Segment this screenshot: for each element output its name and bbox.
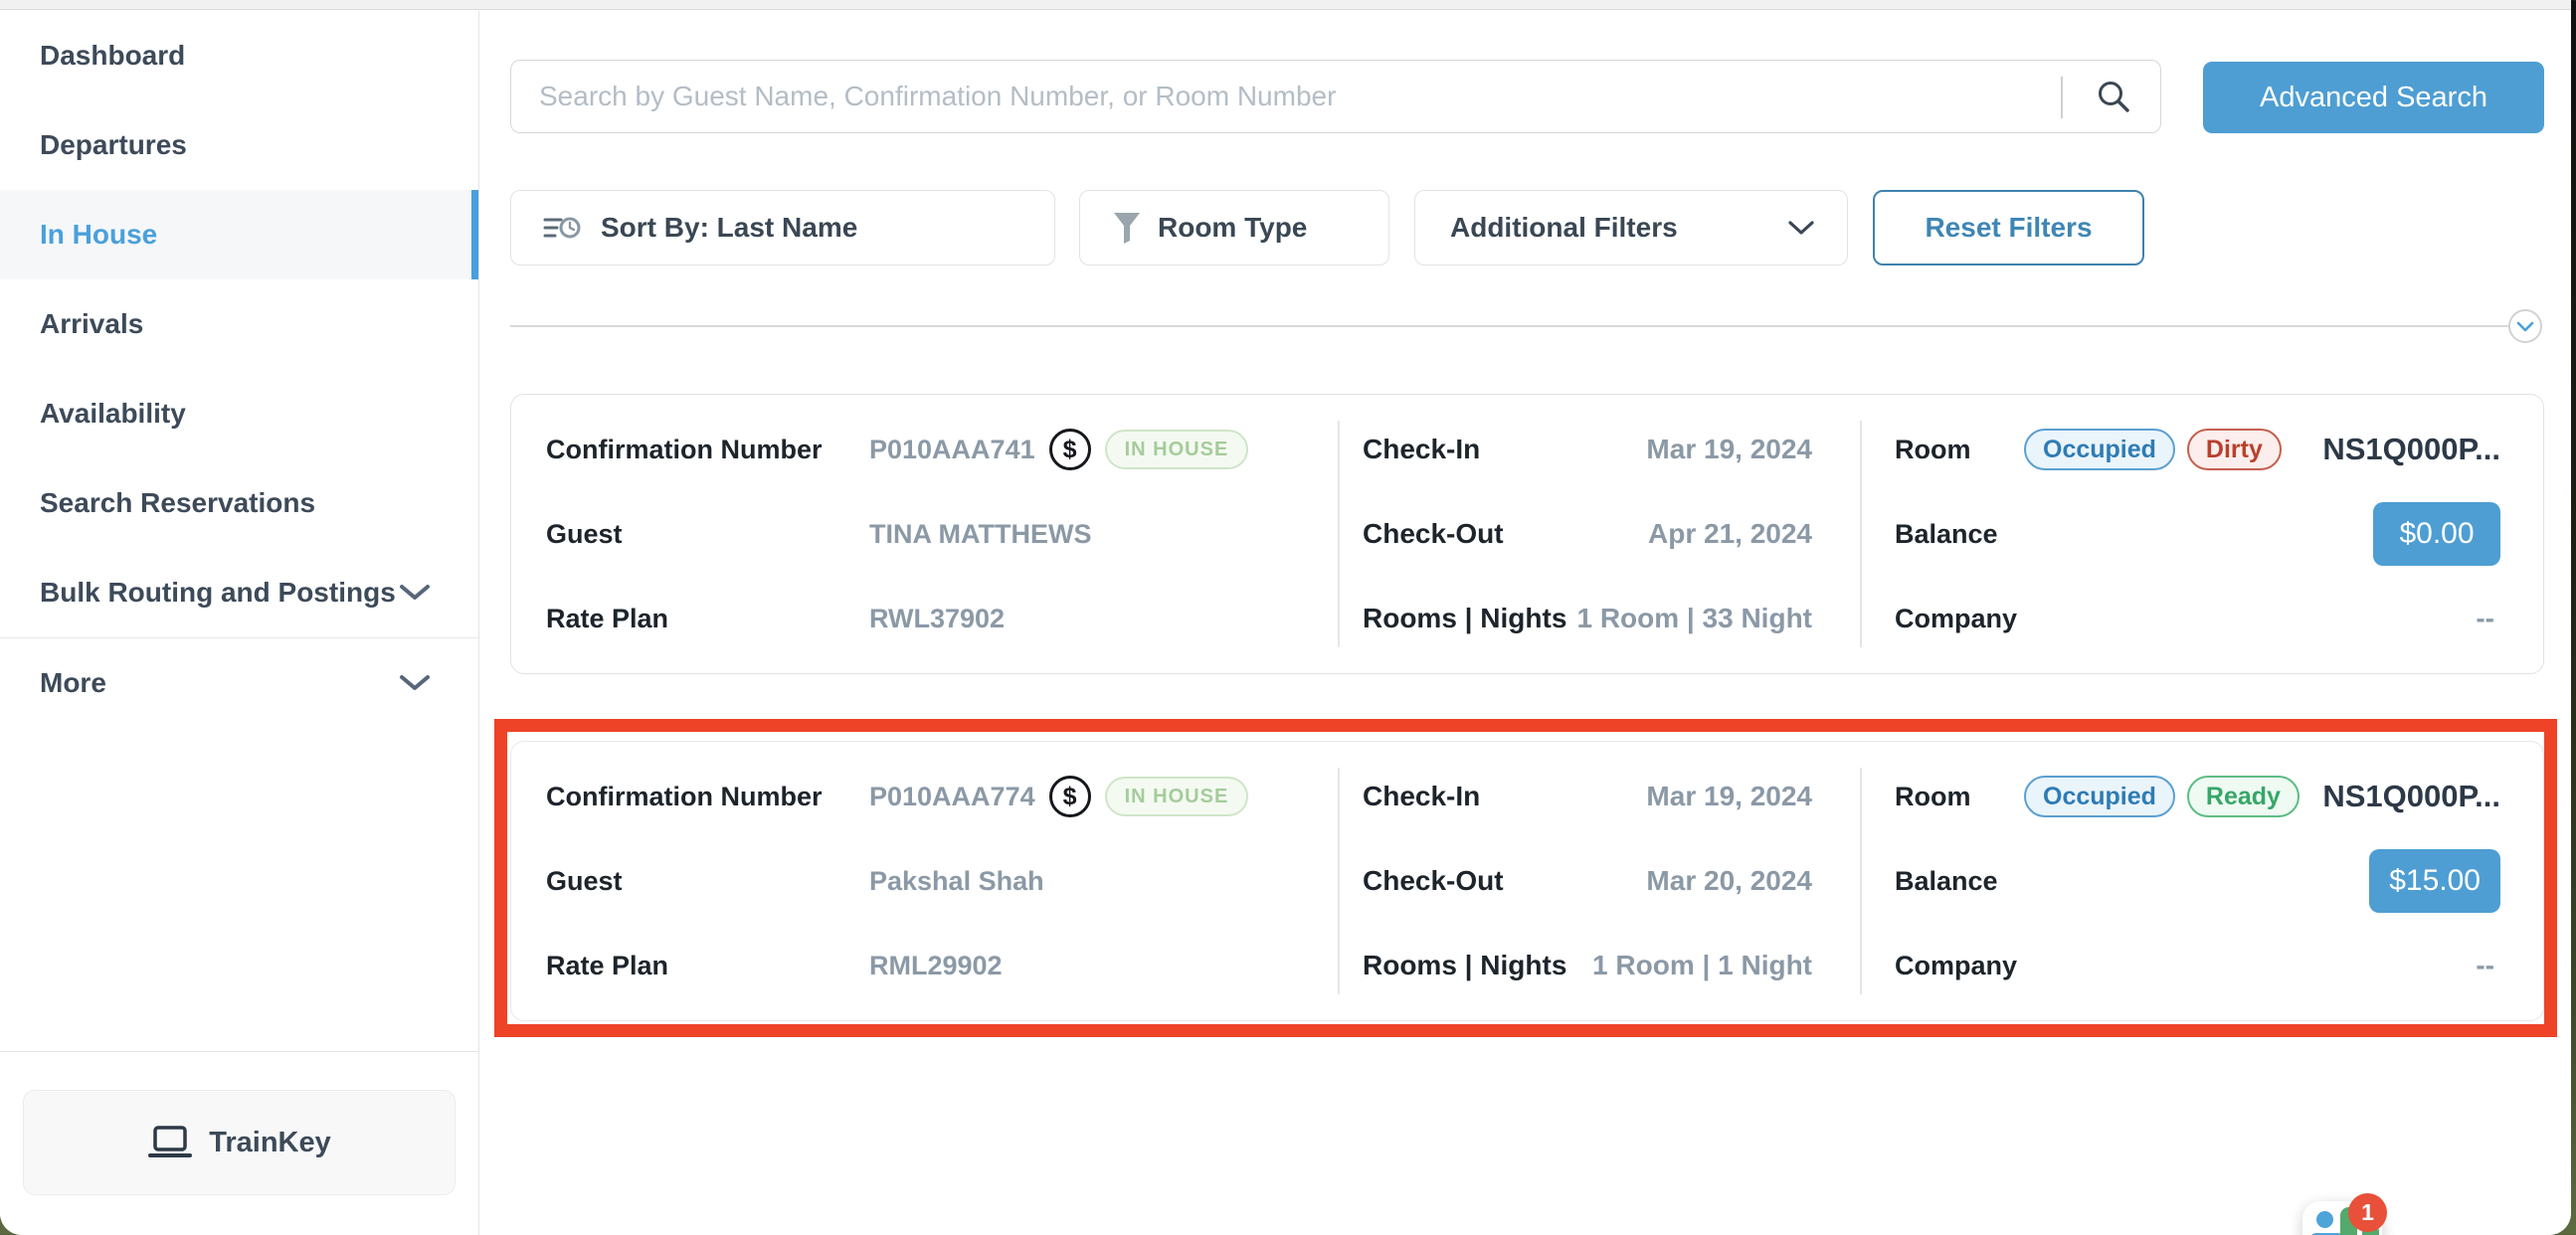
sidebar-item-label: Search Reservations: [40, 487, 315, 519]
card-stay-section: Check-In Mar 19, 2024 Check-Out Mar 20, …: [1338, 742, 1860, 1020]
room-type-button[interactable]: Room Type: [1079, 190, 1389, 265]
rate-plan-label: Rate Plan: [546, 604, 869, 634]
guest-value: Pakshal Shah: [869, 866, 1044, 897]
check-out-label: Check-Out: [1363, 865, 1504, 897]
guest-value: TINA MATTHEWS: [869, 519, 1091, 550]
room-number-value: NS1Q000P...: [2322, 432, 2500, 467]
check-out-value: Apr 21, 2024: [1648, 518, 1812, 550]
search-box: [510, 60, 2161, 133]
chat-app-logo-shape: [2316, 1211, 2333, 1228]
check-out-value: Mar 20, 2024: [1646, 865, 1812, 897]
rooms-nights-value: 1 Room | 33 Night: [1576, 603, 1812, 634]
sidebar-item-departures[interactable]: Departures: [0, 100, 478, 190]
check-in-label: Check-In: [1363, 434, 1480, 465]
room-type-label: Room Type: [1158, 212, 1307, 244]
room-label: Room: [1895, 435, 2024, 465]
confirmation-number-value: P010AAA741: [869, 435, 1035, 465]
notification-badge: 1: [2348, 1193, 2387, 1232]
card-guest-section: Confirmation Number P010AAA774 $ IN HOUS…: [511, 742, 1338, 1020]
sidebar-item-arrivals[interactable]: Arrivals: [0, 279, 478, 369]
collapse-rule: [510, 325, 2544, 327]
sidebar-item-label: Departures: [40, 129, 187, 161]
confirmation-number-label: Confirmation Number: [546, 435, 869, 465]
check-in-label: Check-In: [1363, 781, 1480, 812]
rooms-nights-value: 1 Room | 1 Night: [1592, 950, 1812, 981]
balance-chip[interactable]: $0.00: [2373, 502, 2500, 566]
check-in-value: Mar 19, 2024: [1646, 434, 1812, 465]
sidebar-item-in-house[interactable]: In House: [0, 190, 478, 279]
sidebar-item-label: Bulk Routing and Postings: [40, 577, 396, 609]
trainkey-label: TrainKey: [209, 1127, 331, 1159]
main-content: Advanced Search Sort By: Last Name Room …: [480, 11, 2571, 1235]
reservation-card[interactable]: Confirmation Number P010AAA741 $ IN HOUS…: [510, 394, 2544, 674]
room-number-value: NS1Q000P...: [2322, 779, 2500, 814]
advanced-search-button[interactable]: Advanced Search: [2203, 62, 2544, 133]
guest-label: Guest: [546, 866, 869, 897]
check-out-label: Check-Out: [1363, 518, 1504, 550]
room-label: Room: [1895, 782, 2024, 812]
reset-filters-button[interactable]: Reset Filters: [1873, 190, 2144, 265]
app-window: Dashboard Departures In House Arrivals A…: [0, 0, 2571, 1235]
sidebar-item-label: Dashboard: [40, 40, 185, 72]
sidebar: Dashboard Departures In House Arrivals A…: [0, 11, 479, 1235]
balance-label: Balance: [1895, 866, 2024, 897]
sort-by-label: Sort By: Last Name: [601, 212, 857, 244]
sidebar-item-label: Availability: [40, 398, 186, 430]
check-in-value: Mar 19, 2024: [1646, 781, 1812, 812]
sort-icon: [543, 211, 583, 245]
chevron-down-icon: [399, 674, 431, 692]
company-label: Company: [1895, 951, 2024, 981]
balance-label: Balance: [1895, 519, 2024, 550]
rooms-nights-label: Rooms | Nights: [1363, 603, 1566, 634]
additional-filters-label: Additional Filters: [1450, 212, 1678, 244]
room-housekeeping-badge: Ready: [2187, 776, 2300, 817]
sidebar-item-label: In House: [40, 219, 157, 251]
filter-funnel-icon: [1112, 211, 1142, 245]
collapse-chevron-button[interactable]: [2508, 309, 2542, 343]
dollar-circle-icon[interactable]: $: [1049, 776, 1091, 817]
sidebar-item-more[interactable]: More: [0, 638, 478, 728]
trainkey-button[interactable]: TrainKey: [23, 1090, 456, 1195]
rooms-nights-label: Rooms | Nights: [1363, 950, 1566, 981]
confirmation-number-value: P010AAA774: [869, 782, 1035, 812]
divider-line: [510, 325, 2511, 327]
reservation-card-highlighted[interactable]: Confirmation Number P010AAA774 $ IN HOUS…: [510, 741, 2544, 1021]
confirmation-number-label: Confirmation Number: [546, 782, 869, 812]
rate-plan-value: RML29902: [869, 951, 1003, 981]
balance-chip[interactable]: $15.00: [2369, 849, 2500, 913]
company-label: Company: [1895, 604, 2024, 634]
dollar-circle-icon[interactable]: $: [1049, 429, 1091, 470]
card-guest-section: Confirmation Number P010AAA741 $ IN HOUS…: [511, 395, 1338, 673]
card-room-section: Room Occupied Dirty NS1Q000P... Balance …: [1860, 395, 2545, 673]
top-strip: [0, 0, 2571, 10]
chevron-down-icon: [1787, 220, 1815, 236]
search-icon[interactable]: [2095, 79, 2132, 116]
card-stay-section: Check-In Mar 19, 2024 Check-Out Apr 21, …: [1338, 395, 1860, 673]
company-value: --: [2476, 603, 2500, 634]
in-house-badge: IN HOUSE: [1105, 430, 1249, 469]
sidebar-item-dashboard[interactable]: Dashboard: [0, 11, 478, 100]
sort-by-button[interactable]: Sort By: Last Name: [510, 190, 1055, 265]
search-divider: [2061, 77, 2063, 118]
sidebar-item-label: More: [40, 667, 106, 699]
rate-plan-label: Rate Plan: [546, 951, 869, 981]
sidebar-item-bulk-routing-and-postings[interactable]: Bulk Routing and Postings: [0, 548, 478, 637]
room-occupancy-badge: Occupied: [2024, 776, 2175, 817]
search-input[interactable]: [511, 61, 2160, 132]
card-room-section: Room Occupied Ready NS1Q000P... Balance …: [1860, 742, 2545, 1020]
sidebar-item-availability[interactable]: Availability: [0, 369, 478, 458]
laptop-icon: [147, 1125, 193, 1160]
in-house-badge: IN HOUSE: [1105, 777, 1249, 816]
room-occupancy-badge: Occupied: [2024, 429, 2175, 470]
room-housekeeping-badge: Dirty: [2187, 429, 2282, 470]
chevron-down-icon: [399, 584, 431, 602]
company-value: --: [2476, 950, 2500, 981]
sidebar-footer: TrainKey: [0, 1051, 478, 1235]
guest-label: Guest: [546, 519, 869, 550]
sidebar-item-search-reservations[interactable]: Search Reservations: [0, 458, 478, 548]
sidebar-item-label: Arrivals: [40, 308, 143, 340]
additional-filters-button[interactable]: Additional Filters: [1414, 190, 1848, 265]
rate-plan-value: RWL37902: [869, 604, 1005, 634]
